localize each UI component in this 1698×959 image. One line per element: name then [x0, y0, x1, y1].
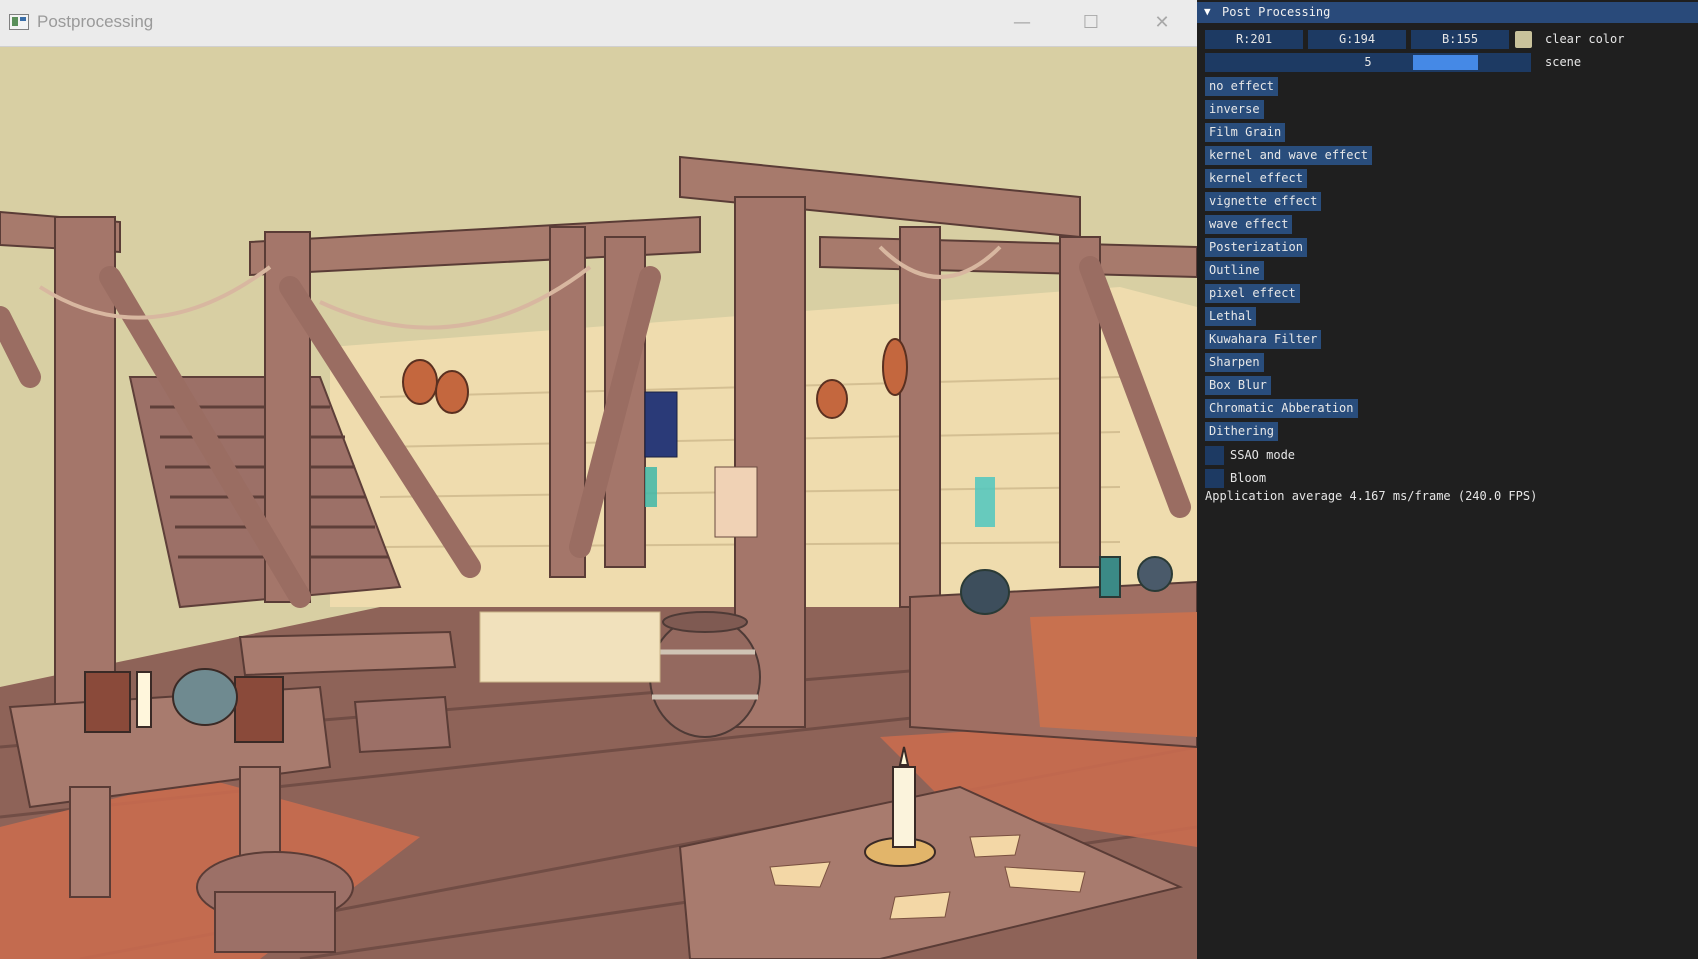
scene-slider[interactable]: 5 — [1205, 53, 1531, 72]
maximize-button[interactable]: ☐ — [1057, 0, 1125, 46]
effect-button-outline[interactable]: Outline — [1205, 261, 1264, 280]
effect-button-dithering[interactable]: Dithering — [1205, 422, 1279, 441]
effect-button-sharpen[interactable]: Sharpen — [1205, 353, 1264, 372]
bloom-checkbox-box[interactable] — [1205, 469, 1224, 488]
ssao-mode-checkbox-box[interactable] — [1205, 446, 1224, 465]
fps-status-text: Application average 4.167 ms/frame (240.… — [1205, 489, 1538, 503]
color-g-field[interactable]: G:194 — [1308, 30, 1406, 49]
color-b-field[interactable]: B:155 — [1411, 30, 1509, 49]
effect-button-no-effect[interactable]: no effect — [1205, 77, 1279, 96]
collapse-arrow-icon[interactable]: ▼ — [1204, 5, 1211, 18]
effect-button-film-grain[interactable]: Film Grain — [1205, 123, 1286, 142]
effect-button-list: no effect inverse Film Grain kernel and wav… — [1205, 77, 1372, 445]
scene-slider-grab[interactable] — [1413, 55, 1478, 70]
close-button[interactable]: ✕ — [1128, 0, 1196, 46]
ssao-mode-label: SSAO mode — [1230, 448, 1296, 462]
effect-button-kernel-effect[interactable]: kernel effect — [1205, 169, 1307, 188]
effect-button-pixel-effect[interactable]: pixel effect — [1205, 284, 1300, 303]
effect-button-kuwahara-filter[interactable]: Kuwahara Filter — [1205, 330, 1322, 349]
bloom-label: Bloom — [1230, 471, 1267, 485]
panel-header[interactable]: ▼ Post Processing — [1197, 2, 1698, 23]
effect-button-lethal[interactable]: Lethal — [1205, 307, 1257, 326]
effect-button-kernel-and-wave-effect[interactable]: kernel and wave effect — [1205, 146, 1372, 165]
effect-button-wave-effect[interactable]: wave effect — [1205, 215, 1293, 234]
post-processing-panel: ▼ Post Processing R:201 G:194 B:155 clea… — [1197, 0, 1698, 959]
effect-button-vignette-effect[interactable]: vignette effect — [1205, 192, 1322, 211]
effect-button-box-blur[interactable]: Box Blur — [1205, 376, 1271, 395]
effect-button-inverse[interactable]: inverse — [1205, 100, 1264, 119]
tavern-scene-render — [0, 47, 1197, 959]
minimize-button[interactable]: — — [988, 0, 1056, 46]
window-title: Postprocessing — [37, 12, 154, 31]
scene-slider-value: 5 — [1364, 55, 1372, 69]
render-viewport[interactable] — [0, 47, 1197, 959]
clear-color-label: clear color — [1545, 32, 1625, 46]
maximize-icon: ☐ — [1082, 12, 1100, 33]
effect-button-chromatic-abberation[interactable]: Chromatic Abberation — [1205, 399, 1358, 418]
window-titlebar[interactable]: Postprocessing — ☐ ✕ — [0, 0, 1197, 47]
postprocessing-window: Postprocessing — ☐ ✕ — [0, 0, 1197, 959]
color-r-field[interactable]: R:201 — [1205, 30, 1303, 49]
app-icon — [9, 14, 29, 30]
scene-label: scene — [1545, 55, 1582, 69]
panel-title: Post Processing — [1222, 5, 1331, 19]
close-icon: ✕ — [1154, 12, 1170, 33]
minimize-icon: — — [1013, 12, 1031, 33]
effect-button-posterization[interactable]: Posterization — [1205, 238, 1307, 257]
color-swatch[interactable] — [1515, 31, 1532, 48]
